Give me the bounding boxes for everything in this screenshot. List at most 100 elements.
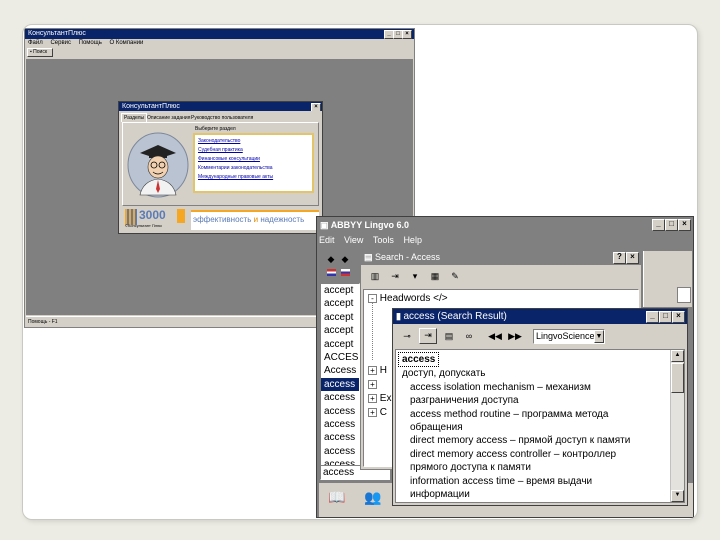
word-list-item[interactable]: access xyxy=(321,431,359,444)
word-list-item[interactable]: accept xyxy=(321,297,359,310)
grid-icon[interactable]: ▦ xyxy=(427,270,443,282)
link-financial-consulting[interactable]: Финансовые консультации xyxy=(198,156,312,162)
result-minimize-button[interactable]: _ xyxy=(646,311,659,323)
menu-service[interactable]: Сервис xyxy=(50,40,71,46)
tree-toggle[interactable]: + xyxy=(368,380,377,389)
back-arrow-icon[interactable]: ◆ xyxy=(325,253,337,265)
menu-about[interactable]: О Компании xyxy=(110,40,144,46)
menu-edit[interactable]: Edit xyxy=(319,235,335,245)
result-close-button[interactable]: × xyxy=(672,311,685,323)
word-list-item[interactable]: access xyxy=(321,391,359,404)
tree-node-headwords[interactable]: - Headwords </> xyxy=(368,292,448,306)
insert-icon[interactable]: ⇥ xyxy=(387,270,403,282)
word-list-item[interactable]: accept xyxy=(321,324,359,337)
result-entry-line: information access time – время выдачи xyxy=(410,475,593,487)
result-scrollbar[interactable]: ▲ ▼ xyxy=(670,350,684,502)
scroll-up-button[interactable]: ▲ xyxy=(671,350,684,362)
word-list[interactable]: accept accept accept accept accept ACCES… xyxy=(320,283,360,473)
scroll-thumb[interactable] xyxy=(671,363,684,393)
lingvo-menu-bar: Edit View Tools Help xyxy=(317,233,693,247)
link-legislation[interactable]: Законодательство xyxy=(198,138,312,144)
dialog-title-bar: КонсультантПлюс × xyxy=(119,102,322,111)
russian-flag-icon[interactable] xyxy=(341,269,350,276)
result-title-bar: ▮ access (Search Result) _ □ × xyxy=(393,309,687,324)
search-binoculars-icon[interactable]: 👥 xyxy=(363,490,383,504)
scroll-down-button[interactable]: ▼ xyxy=(671,490,684,502)
tree-toggle[interactable]: + xyxy=(368,394,377,403)
section-links-box: Законодательство Судебная практика Финан… xyxy=(193,133,314,193)
result-entry-line: информации xyxy=(410,489,470,501)
result-entry-line: direct memory access controller – контро… xyxy=(410,448,617,460)
menu-help[interactable]: Help xyxy=(403,235,422,245)
pin-icon[interactable]: ⊸ xyxy=(399,330,415,342)
dialog-tab-strip: Разделы Описание задания Руководство пол… xyxy=(121,113,321,122)
search-help-button[interactable]: ? xyxy=(613,252,626,264)
dictionary-icon[interactable]: ▥ xyxy=(367,270,383,282)
tree-node-label[interactable]: Headwords </> xyxy=(380,293,448,304)
link-international-acts[interactable]: Международные правовые акты xyxy=(198,174,312,180)
forward-arrow-icon[interactable]: ◆ xyxy=(339,253,351,265)
tree-node[interactable]: + H xyxy=(368,364,387,378)
open-book-icon[interactable]: 📖 xyxy=(327,490,347,504)
word-list-item-selected[interactable]: access xyxy=(321,377,359,392)
word-list-item[interactable]: accept xyxy=(321,284,359,297)
word-list-item[interactable]: access xyxy=(321,445,359,458)
result-entry-line: разграничения доступа xyxy=(410,395,519,407)
previous-entry-icon[interactable]: ◀◀ xyxy=(487,330,503,342)
search-close-button[interactable]: × xyxy=(626,252,639,264)
konsultant-menu-bar: Файл Сервис Помощь О Компании xyxy=(25,39,414,47)
tree-toggle[interactable]: + xyxy=(368,366,377,375)
word-list-item[interactable]: Access xyxy=(321,364,359,377)
tree-node[interactable]: + xyxy=(368,378,377,392)
close-button[interactable]: × xyxy=(402,30,412,39)
menu-help[interactable]: Помощь xyxy=(79,40,102,46)
tree-node-label[interactable]: H xyxy=(380,365,387,376)
dictionary-select[interactable]: LingvoScience-R ▼ xyxy=(533,329,605,344)
lingvo-title: ABBYY Lingvo 6.0 xyxy=(330,220,410,230)
word-list-item[interactable]: accept xyxy=(321,311,359,324)
chevron-down-icon[interactable]: ▼ xyxy=(594,330,604,343)
dialog-close-button[interactable]: × xyxy=(311,103,321,111)
word-list-item[interactable]: accept xyxy=(321,338,359,351)
english-flag-icon[interactable] xyxy=(327,269,336,276)
lingvo-close-button[interactable]: × xyxy=(678,219,691,231)
menu-view[interactable]: View xyxy=(344,235,363,245)
search-toolbar-button[interactable]: ▪ Поиск xyxy=(27,48,53,57)
result-window-icon: ▮ xyxy=(396,311,401,321)
properties-icon[interactable]: ✎ xyxy=(447,270,463,282)
tree-node[interactable]: + C xyxy=(368,406,387,420)
professor-face xyxy=(147,155,169,179)
collapse-icon[interactable]: ▾ xyxy=(407,270,423,282)
word-list-item[interactable]: ACCES xyxy=(321,351,359,364)
word-list-item[interactable]: access xyxy=(321,418,359,431)
insert-entry-icon[interactable]: ⇥ xyxy=(419,328,437,344)
tab-sections[interactable]: Разделы xyxy=(121,113,148,122)
layout-icon[interactable]: ▤ xyxy=(441,330,457,342)
professor-portrait xyxy=(127,132,189,198)
right-scrollbar-stub[interactable] xyxy=(677,287,691,303)
lingvo-maximize-button[interactable]: □ xyxy=(665,219,678,231)
tree-node-label[interactable]: Ex xyxy=(380,393,392,404)
word-list-item[interactable]: access xyxy=(321,405,359,418)
menu-tools[interactable]: Tools xyxy=(373,235,394,245)
tree-toggle[interactable]: + xyxy=(368,408,377,417)
menu-file[interactable]: Файл xyxy=(28,40,43,46)
link-legislation-comments[interactable]: Комментарии законодательства xyxy=(198,165,312,171)
search-window-title: Search - Access xyxy=(375,252,441,262)
tree-node-label[interactable]: C xyxy=(380,407,387,418)
consultant-logo: 3000 ©Консультант Плюс xyxy=(125,208,187,228)
link-court-practice[interactable]: Судебная практика xyxy=(198,147,312,153)
next-entry-icon[interactable]: ▶▶ xyxy=(507,330,523,342)
tab-task-description[interactable]: Описание задания xyxy=(145,114,192,122)
slogan-banner: эффективность и надежность xyxy=(191,210,319,230)
lingvo-minimize-button[interactable]: _ xyxy=(652,219,665,231)
result-maximize-button[interactable]: □ xyxy=(659,311,672,323)
result-entries: access доступ, допускать access isolatio… xyxy=(396,352,670,501)
dialog-tab-panel: Выберите раздел Законодательство Судебна… xyxy=(122,122,319,206)
status-help-hint: Помощь - F1 xyxy=(28,319,58,325)
binoculars-icon[interactable]: ∞ xyxy=(461,330,477,342)
tree-node[interactable]: + Ex xyxy=(368,392,391,406)
lookup-input-value: access xyxy=(323,467,355,478)
tab-user-guide[interactable]: Руководство пользователя xyxy=(189,114,255,122)
lingvo-app-icon: ▣ xyxy=(320,220,329,230)
